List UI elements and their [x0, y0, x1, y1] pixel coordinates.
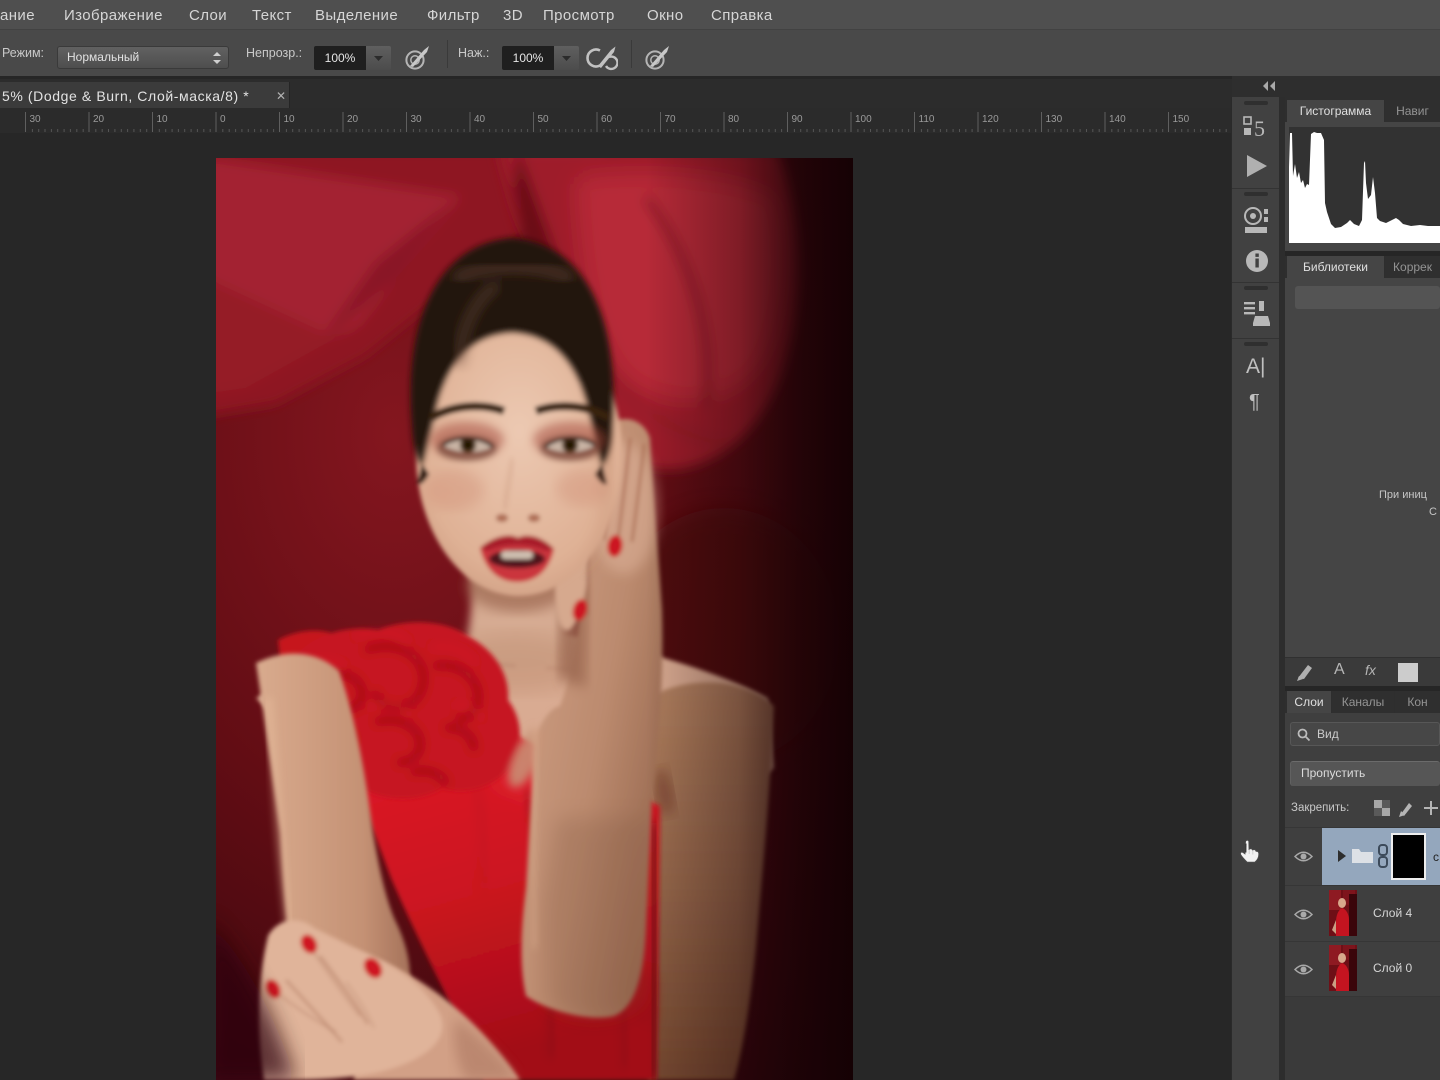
svg-text:50: 50 [538, 114, 550, 125]
svg-text:10: 10 [157, 114, 169, 125]
svg-text:100: 100 [855, 114, 872, 125]
svg-text:30: 30 [411, 114, 423, 125]
svg-text:130: 130 [1046, 114, 1063, 125]
svg-text:90: 90 [792, 114, 804, 125]
svg-text:20: 20 [347, 114, 359, 125]
svg-text:60: 60 [601, 114, 613, 125]
svg-text:80: 80 [728, 114, 740, 125]
svg-text:10: 10 [284, 114, 296, 125]
svg-text:5: 5 [1254, 116, 1265, 140]
svg-text:40: 40 [474, 114, 486, 125]
svg-text:30: 30 [30, 114, 42, 125]
svg-text:20: 20 [93, 114, 105, 125]
svg-text:110: 110 [919, 114, 935, 125]
svg-text:70: 70 [665, 114, 677, 125]
svg-text:140: 140 [1109, 114, 1126, 125]
svg-text:120: 120 [982, 114, 999, 125]
svg-text:150: 150 [1173, 114, 1190, 125]
svg-text:0: 0 [220, 114, 226, 125]
